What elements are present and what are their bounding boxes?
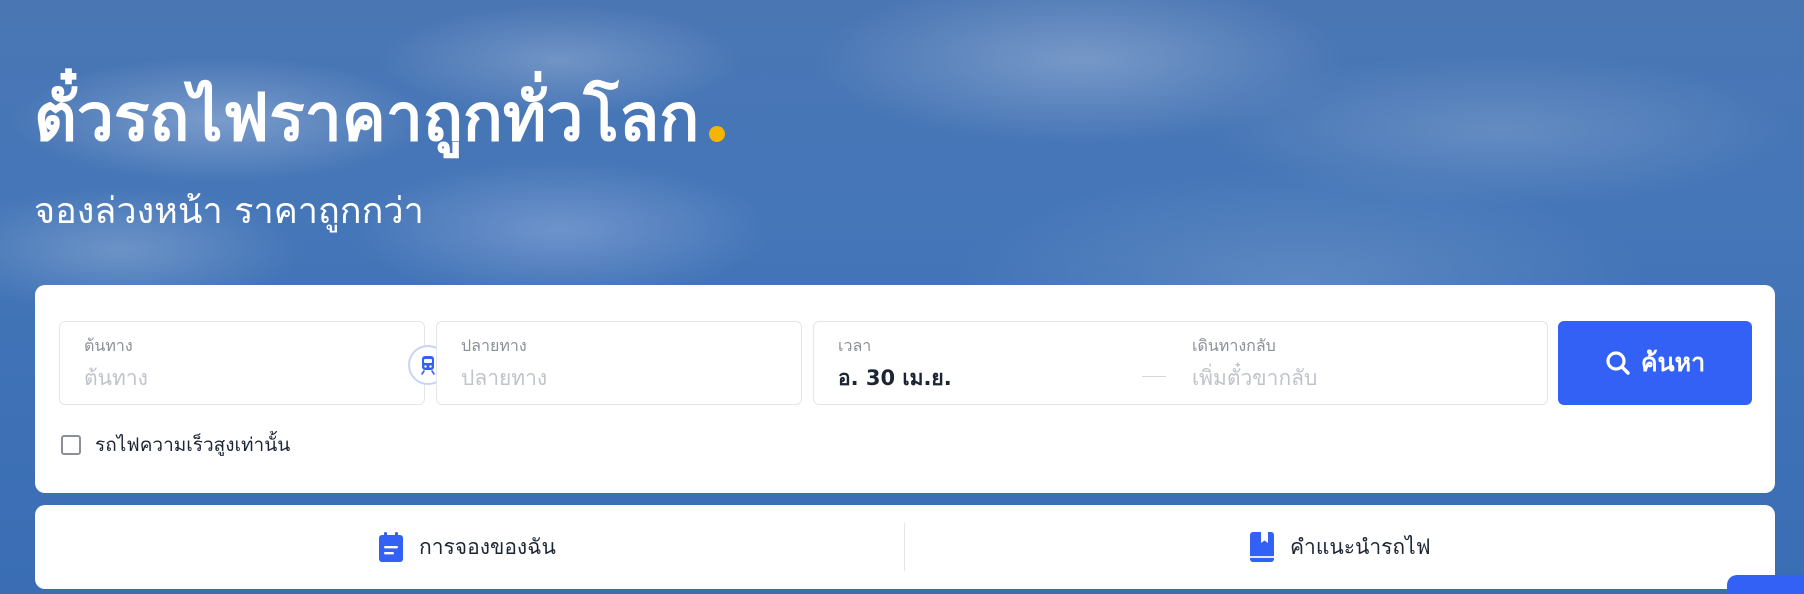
high-speed-only-checkbox[interactable] bbox=[61, 435, 81, 455]
date-separator bbox=[1142, 376, 1166, 377]
title-dot bbox=[709, 126, 726, 142]
search-card: ต้นทาง ต้นทาง ปลายทาง ปลายทาง เวลา อ. 30… bbox=[35, 285, 1775, 493]
high-speed-only-label: รถไฟความเร็วสูงเท่านั้น bbox=[95, 434, 291, 456]
destination-label: ปลายทาง bbox=[461, 336, 527, 355]
my-bookings-link[interactable]: การจองของฉัน bbox=[377, 505, 556, 589]
high-speed-only-option[interactable]: รถไฟความเร็วสูงเท่านั้น bbox=[61, 430, 290, 460]
time-label: เวลา bbox=[838, 336, 872, 355]
links-divider bbox=[904, 523, 905, 571]
floating-corner-tab[interactable] bbox=[1727, 575, 1804, 594]
page-title-text: ตั๋วรถไฟราคาถูกทั่วโลก bbox=[34, 79, 700, 156]
train-guide-link[interactable]: คำแนะนำรถไฟ bbox=[1248, 505, 1431, 589]
train-guide-label: คำแนะนำรถไฟ bbox=[1290, 534, 1431, 559]
search-button-label: ค้นหา bbox=[1640, 348, 1706, 377]
origin-input[interactable]: ต้นทาง bbox=[84, 362, 148, 395]
page-subtitle: จองล่วงหน้า ราคาถูกกว่า bbox=[34, 191, 424, 232]
destination-field[interactable]: ปลายทาง ปลายทาง bbox=[436, 321, 802, 405]
destination-input[interactable]: ปลายทาง bbox=[461, 362, 547, 395]
return-date-input[interactable]: เพิ่มตั๋วขากลับ bbox=[1192, 362, 1317, 395]
origin-label: ต้นทาง bbox=[84, 336, 133, 355]
my-bookings-label: การจองของฉัน bbox=[419, 534, 556, 559]
departure-date-input[interactable]: อ. 30 เม.ย. bbox=[838, 362, 952, 395]
origin-field[interactable]: ต้นทาง ต้นทาง bbox=[59, 321, 425, 405]
search-button[interactable]: ค้นหา bbox=[1558, 321, 1752, 405]
search-icon bbox=[1606, 351, 1630, 375]
return-label: เดินทางกลับ bbox=[1192, 336, 1276, 355]
clipboard-icon bbox=[379, 532, 403, 562]
book-icon bbox=[1250, 532, 1274, 562]
quick-links-card: การจองของฉัน คำแนะนำรถไฟ bbox=[35, 505, 1775, 589]
page-title: ตั๋วรถไฟราคาถูกทั่วโลก bbox=[34, 78, 726, 158]
date-field: เวลา อ. 30 เม.ย. เดินทางกลับ เพิ่มตั๋วขา… bbox=[813, 321, 1548, 405]
